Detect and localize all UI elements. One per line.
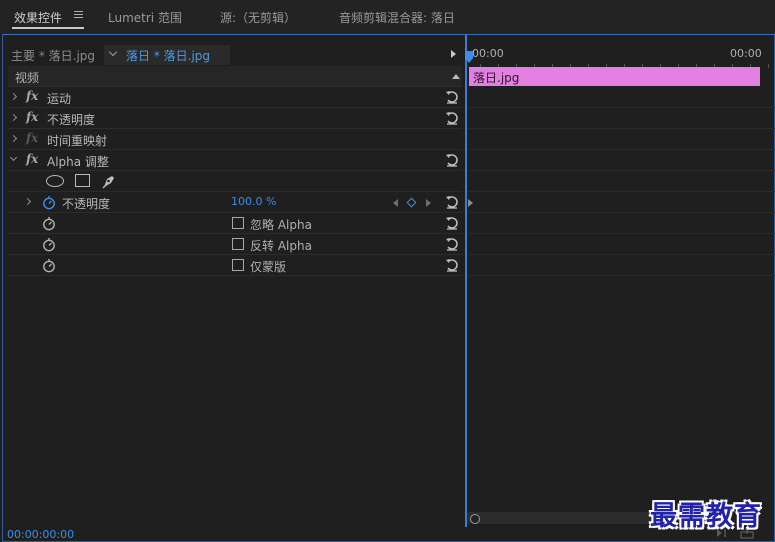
ignore-alpha-checkbox[interactable]: [232, 217, 244, 229]
ignore-alpha-label: 忽略 Alpha: [250, 218, 312, 232]
timeline-track-row: [468, 213, 775, 234]
chevron-right-icon[interactable]: [23, 197, 32, 206]
reset-icon[interactable]: [445, 90, 459, 104]
active-tab-indicator: [12, 27, 84, 29]
current-timecode[interactable]: 00:00:00:00: [7, 528, 74, 541]
opacity-label: 不透明度: [62, 197, 111, 211]
effect-row-time-remapping[interactable]: fx 时间重映射: [8, 129, 462, 150]
tab-effect-controls[interactable]: 效果控件: [14, 9, 62, 26]
opacity-value[interactable]: 100.0 %: [231, 195, 276, 208]
collapse-icon[interactable]: [452, 74, 460, 79]
invert-alpha-row[interactable]: 反转 Alpha: [8, 234, 462, 255]
tab-audio-clip-mixer[interactable]: 音频剪辑混合器: 落日: [339, 9, 455, 26]
timeline-track-row: [468, 171, 775, 192]
stopwatch-icon: [43, 238, 55, 252]
chevron-down-icon[interactable]: [9, 153, 18, 162]
chevron-right-icon[interactable]: [9, 92, 18, 101]
clip-selector-bar: 主要 * 落日.jpg 落日 * 落日.jpg: [8, 45, 460, 65]
zoom-scroll-handle[interactable]: [470, 514, 480, 524]
mask-only-label: 仅蒙版: [250, 260, 287, 274]
sequence-clip-dropdown[interactable]: 落日 * 落日.jpg: [104, 45, 230, 65]
effect-row-opacity[interactable]: fx 不透明度: [8, 108, 462, 129]
playhead-line[interactable]: [465, 35, 467, 527]
timeline-start-time: 00:00: [472, 47, 504, 60]
invert-alpha-checkbox[interactable]: [232, 238, 244, 250]
ellipse-mask-icon[interactable]: [46, 175, 64, 187]
reset-icon[interactable]: [445, 195, 459, 209]
keyframe-diamond-icon[interactable]: [406, 197, 417, 208]
tab-source[interactable]: 源:（无剪辑）: [220, 9, 296, 26]
timeline-clip-label: 落日.jpg: [473, 71, 520, 85]
watermark-logo: 最需教育: [650, 501, 762, 532]
tab-lumetri-scopes[interactable]: Lumetri 范围: [108, 9, 182, 26]
effect-row-alpha-adjust[interactable]: fx Alpha 调整: [8, 150, 462, 171]
sequence-clip-label: 落日 * 落日.jpg: [126, 49, 211, 63]
effect-row-motion[interactable]: fx 运动: [8, 87, 462, 108]
reset-icon[interactable]: [445, 237, 459, 251]
alpha-opacity-row[interactable]: 不透明度 100.0 %: [8, 192, 462, 213]
reset-icon[interactable]: [445, 216, 459, 230]
fx-icon: fx: [26, 131, 39, 145]
fx-icon[interactable]: fx: [26, 89, 38, 103]
keyframe-navigator-marker[interactable]: [468, 199, 473, 207]
pen-mask-icon[interactable]: [101, 173, 117, 189]
timeline-track-row: [468, 108, 775, 129]
reset-icon[interactable]: [445, 258, 459, 272]
menu-icon[interactable]: [74, 11, 83, 19]
effect-label: 时间重映射: [47, 134, 108, 148]
timeline-track-row: [468, 192, 775, 213]
master-clip-label[interactable]: 主要 * 落日.jpg: [11, 47, 95, 64]
play-icon[interactable]: [451, 50, 456, 58]
reset-icon[interactable]: [445, 111, 459, 125]
chevron-right-icon[interactable]: [9, 134, 18, 143]
timeline-clip[interactable]: 落日.jpg: [469, 67, 760, 86]
zoom-scrollbar[interactable]: [467, 512, 667, 524]
ignore-alpha-row[interactable]: 忽略 Alpha: [8, 213, 462, 234]
video-section-label: 视频: [15, 71, 40, 85]
panel-tab-bar: 效果控件 Lumetri 范围 源:（无剪辑） 音频剪辑混合器: 落日: [0, 0, 775, 34]
previous-keyframe-button[interactable]: [393, 199, 398, 207]
timeline-track-row: [468, 150, 775, 171]
chevron-down-icon: [108, 47, 118, 57]
timeline-track-row: [468, 87, 775, 108]
fx-icon[interactable]: fx: [26, 152, 38, 166]
timeline-track-row: [468, 255, 775, 276]
mask-only-checkbox[interactable]: [232, 259, 244, 271]
reset-icon[interactable]: [445, 153, 459, 167]
effect-label: 运动: [47, 92, 72, 106]
stopwatch-icon[interactable]: [42, 195, 56, 210]
effect-label: Alpha 调整: [47, 155, 109, 169]
invert-alpha-label: 反转 Alpha: [250, 239, 312, 253]
timeline-track-row: [468, 129, 775, 150]
stopwatch-icon: [43, 259, 55, 273]
video-section-header[interactable]: 视频: [8, 66, 462, 87]
stopwatch-icon: [43, 217, 55, 231]
chevron-right-icon[interactable]: [9, 113, 18, 122]
effect-label: 不透明度: [47, 113, 96, 127]
next-keyframe-button[interactable]: [426, 199, 431, 207]
mask-tools-row: [8, 171, 462, 192]
timeline-track-row: [468, 234, 775, 255]
mask-only-row[interactable]: 仅蒙版: [8, 255, 462, 276]
timeline-end-time: 00:00: [730, 47, 762, 60]
rectangle-mask-icon[interactable]: [75, 174, 90, 187]
fx-icon[interactable]: fx: [26, 110, 38, 124]
